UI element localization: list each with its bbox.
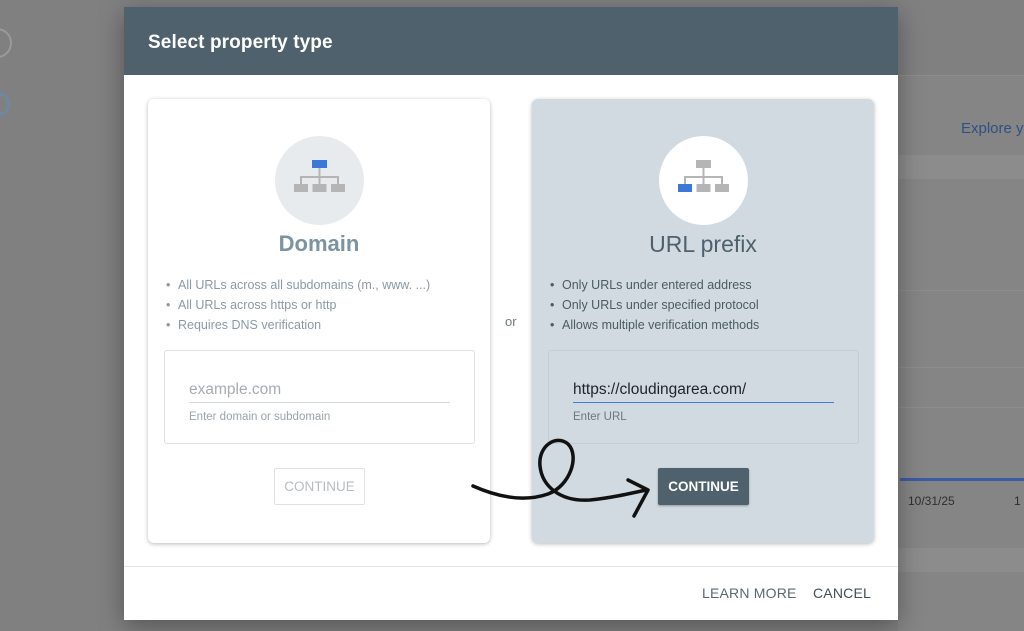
learn-more-button[interactable]: LEARN MORE xyxy=(702,585,797,601)
list-item: Only URLs under specified protocol xyxy=(550,295,759,315)
cancel-button[interactable]: CANCEL xyxy=(813,585,871,601)
dialog-header: Select property type xyxy=(124,7,898,75)
list-item: Only URLs under entered address xyxy=(550,275,759,295)
chart-date-label: 10/31/25 xyxy=(908,494,955,508)
domain-card[interactable]: Domain All URLs across all subdomains (m… xyxy=(148,99,490,543)
url-input[interactable] xyxy=(573,378,834,403)
annotation-arrow-icon xyxy=(471,438,650,518)
domain-sitemap-icon xyxy=(275,136,364,225)
list-item: All URLs across https or http xyxy=(166,295,430,315)
domain-input-box: Enter domain or subdomain xyxy=(164,350,475,444)
url-prefix-continue-button[interactable]: CONTINUE xyxy=(658,468,749,505)
list-item: Allows multiple verification methods xyxy=(550,315,759,335)
url-input-box: Enter URL xyxy=(548,350,859,444)
list-item: All URLs across all subdomains (m., www.… xyxy=(166,275,430,295)
footer-divider xyxy=(124,566,898,567)
or-label: or xyxy=(505,314,517,329)
url-prefix-card-title: URL prefix xyxy=(649,231,757,257)
domain-card-title: Domain xyxy=(278,231,360,256)
domain-input-hint: Enter domain or subdomain xyxy=(189,411,331,423)
background-band xyxy=(898,548,1024,572)
background-circle-icon xyxy=(0,28,12,58)
url-input-hint: Enter URL xyxy=(573,411,627,423)
chart-line xyxy=(900,478,1024,481)
select-property-dialog: Select property type Domain All URLs acr… xyxy=(124,7,898,620)
background-radio-icon xyxy=(0,92,10,116)
domain-input[interactable] xyxy=(189,378,450,403)
background-band xyxy=(898,155,1024,179)
url-prefix-sitemap-icon xyxy=(659,136,748,225)
dialog-title: Select property type xyxy=(148,32,333,53)
explore-link: Explore y xyxy=(961,120,1024,137)
url-prefix-features-list: Only URLs under entered address Only URL… xyxy=(550,275,759,335)
list-item: Requires DNS verification xyxy=(166,315,430,335)
domain-continue-button[interactable]: CONTINUE xyxy=(274,468,365,505)
domain-features-list: All URLs across all subdomains (m., www.… xyxy=(166,275,430,335)
chart-date-label: 1 xyxy=(1014,494,1021,508)
